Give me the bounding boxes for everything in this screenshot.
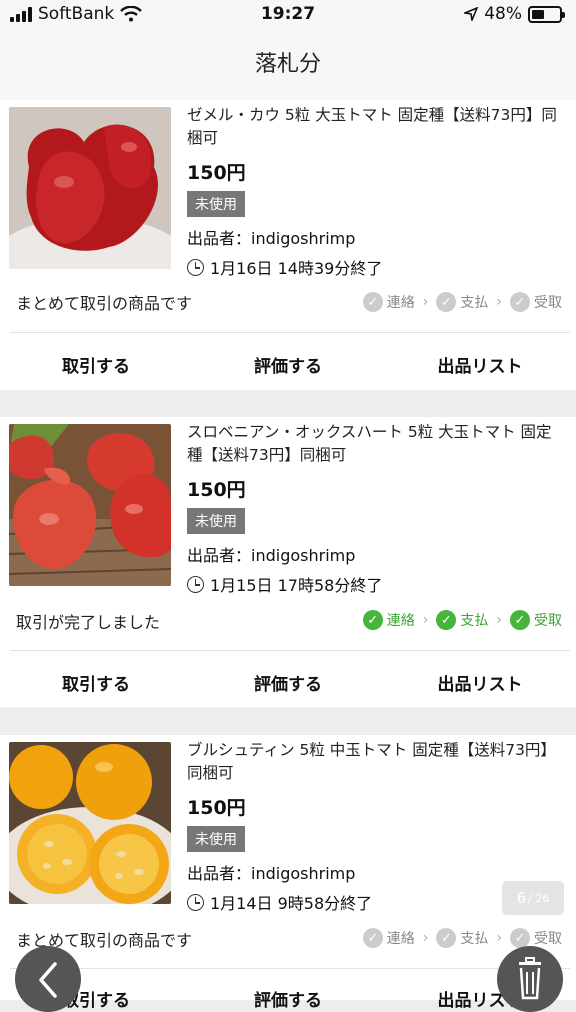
divider <box>10 968 570 969</box>
page-indicator: 6 / 26 <box>502 881 564 915</box>
battery-icon <box>528 5 565 23</box>
step-receipt: ✓ 受取 <box>510 610 562 630</box>
check-icon: ✓ <box>362 292 383 312</box>
step-payment: ✓ 支払 <box>436 610 488 630</box>
status-bar: SoftBank 19:27 48% <box>0 0 576 30</box>
seller-listings-button[interactable]: 出品リスト <box>384 670 576 695</box>
rate-button[interactable]: 評価する <box>192 670 384 695</box>
check-icon: ✓ <box>436 292 457 312</box>
progress-steps: ✓ 連絡 › ✓ 支払 › ✓ 受取 <box>362 610 562 630</box>
progress-steps: ✓ 連絡 › ✓ 支払 › ✓ 受取 <box>362 928 562 948</box>
chevron-right-icon: › <box>422 294 429 310</box>
divider <box>10 650 570 651</box>
product-price: 150円 <box>187 797 246 819</box>
end-time: 1月16日 14時39分終了 <box>210 259 383 278</box>
action-bar: 取引する 評価する 出品リスト <box>0 352 576 377</box>
action-bar: 取引する 評価する 出品リスト <box>0 670 576 695</box>
trash-icon <box>519 957 541 1000</box>
end-time: 1月14日 9時58分終了 <box>210 894 373 913</box>
step-payment: ✓ 支払 <box>436 292 488 312</box>
transaction-status: 取引が完了しました <box>16 613 161 632</box>
condition-badge: 未使用 <box>187 191 245 217</box>
check-icon: ✓ <box>362 928 383 948</box>
clock-icon <box>187 575 204 593</box>
product-title[interactable]: ブルシュティン 5粒 中玉トマト 固定種【送料73円】同梱可 <box>187 739 567 785</box>
step-receipt: ✓ 受取 <box>510 292 562 312</box>
chevron-right-icon: › <box>496 294 502 310</box>
product-title[interactable]: ゼメル・カウ 5粒 大玉トマト 固定種【送料73円】同梱可 <box>187 104 567 150</box>
list-item: ゼメル・カウ 5粒 大玉トマト 固定種【送料73円】同梱可 150円 未使用 出… <box>0 100 576 390</box>
step-contact: ✓ 連絡 <box>362 928 415 948</box>
check-icon: ✓ <box>436 610 457 630</box>
divider <box>10 332 570 333</box>
location-arrow-icon <box>464 7 479 21</box>
seller-name: 出品者：indigoshrimp <box>187 229 356 248</box>
step-receipt: ✓ 受取 <box>510 928 562 948</box>
check-icon: ✓ <box>510 928 530 948</box>
chevron-right-icon: › <box>496 612 502 628</box>
product-image[interactable] <box>9 424 171 586</box>
check-icon: ✓ <box>362 610 383 630</box>
check-icon: ✓ <box>510 610 530 630</box>
product-price: 150円 <box>187 162 246 184</box>
action-bar: 取引する 評価する 出品リスト <box>0 986 576 1011</box>
step-payment: ✓ 支払 <box>436 928 488 948</box>
delete-button[interactable] <box>497 946 563 1012</box>
clock-icon <box>187 258 204 276</box>
back-button[interactable] <box>15 946 81 1012</box>
product-image[interactable] <box>9 107 171 269</box>
check-icon: ✓ <box>510 292 530 312</box>
seller-listings-button[interactable]: 出品リスト <box>384 352 576 377</box>
trade-button[interactable]: 取引する <box>0 670 192 695</box>
chevron-left-icon <box>39 962 57 998</box>
current-page: 6 <box>516 889 527 907</box>
total-pages: / 26 <box>528 891 550 905</box>
step-contact: ✓ 連絡 <box>362 610 415 630</box>
page-title: 落札分 <box>254 52 321 77</box>
trade-button[interactable]: 取引する <box>0 352 192 377</box>
check-icon: ✓ <box>436 928 457 948</box>
rate-button[interactable]: 評価する <box>192 986 384 1011</box>
rate-button[interactable]: 評価する <box>192 352 384 377</box>
product-price: 150円 <box>187 479 246 501</box>
chevron-right-icon: › <box>422 612 429 628</box>
product-image[interactable] <box>9 742 171 904</box>
battery-percent: 48% <box>484 4 522 24</box>
condition-badge: 未使用 <box>187 826 245 852</box>
transaction-status: まとめて取引の商品です <box>16 294 193 313</box>
seller-name: 出品者：indigoshrimp <box>187 546 356 565</box>
product-title[interactable]: スロベニアン・オックスハート 5粒 大玉トマト 固定種【送料73円】同梱可 <box>187 421 567 467</box>
list-item: ブルシュティン 5粒 中玉トマト 固定種【送料73円】同梱可 150円 未使用 … <box>0 735 576 1011</box>
chevron-right-icon: › <box>422 930 429 946</box>
nav-bar: 落札分 <box>0 30 576 100</box>
list-item: スロベニアン・オックスハート 5粒 大玉トマト 固定種【送料73円】同梱可 15… <box>0 417 576 707</box>
condition-badge: 未使用 <box>187 508 245 534</box>
clock-icon <box>187 893 204 911</box>
progress-steps: ✓ 連絡 › ✓ 支払 › ✓ 受取 <box>362 292 562 312</box>
step-contact: ✓ 連絡 <box>362 292 415 312</box>
chevron-right-icon: › <box>496 930 502 946</box>
end-time: 1月15日 17時58分終了 <box>210 576 383 595</box>
